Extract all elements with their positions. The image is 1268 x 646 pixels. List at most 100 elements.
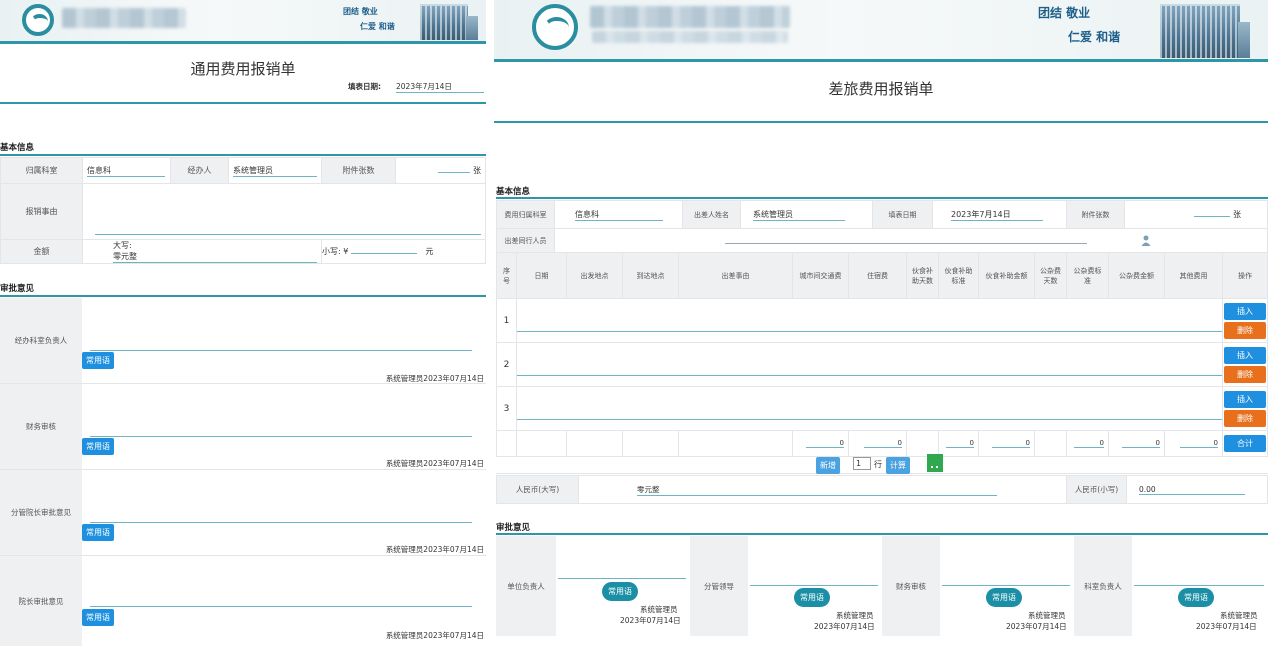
handler-field[interactable]: 系统管理员 [233, 165, 317, 177]
row-input-line[interactable] [517, 419, 1222, 420]
dept-field[interactable]: 信息科 [575, 209, 663, 221]
basic-info-divider [496, 197, 1268, 199]
column-header: 到达地点 [622, 252, 679, 299]
amount-lower-unit: 元 [425, 247, 434, 256]
row-unit-label: 行 [874, 460, 882, 469]
approval-opinion-field[interactable] [750, 585, 878, 586]
slogan-line1: 团结 敬业 [343, 6, 378, 16]
total-misc-amount[interactable]: 0 [1122, 439, 1160, 448]
total-other-fees[interactable]: 0 [1180, 439, 1218, 448]
approval-signer: 系统管理员2023年07月14日 [385, 631, 484, 640]
dept-field[interactable]: 信息科 [87, 165, 165, 177]
blurred-hospital-name-en [592, 31, 788, 43]
page-title: 通用费用报销单 [190, 60, 296, 78]
hospital-logo-icon [22, 4, 54, 36]
delete-row-button[interactable]: 删除 [1224, 321, 1266, 339]
insert-row-button[interactable]: 插入 [1224, 346, 1266, 364]
excel-export-icon[interactable] [926, 453, 944, 473]
approval-opinion-field[interactable] [90, 606, 472, 607]
approval-label: 分管院长审批意见 [0, 470, 82, 555]
rmb-total-table: 人民币(大写) 零元整 人民币(小写) 0.00 [496, 475, 1268, 504]
select-person-icon[interactable] [1141, 235, 1151, 246]
calculate-button[interactable]: 计算 [886, 457, 910, 474]
common-phrase-button[interactable]: 常用语 [602, 582, 638, 601]
common-phrase-button[interactable]: 常用语 [794, 588, 830, 607]
approval-signer-name: 系统管理员 [836, 611, 874, 620]
approval-opinion-field[interactable] [942, 585, 1070, 586]
approval-label: 分管领导 [690, 536, 748, 636]
approval-opinion-field[interactable] [558, 578, 686, 579]
table-row: 3 插入 删除 [496, 386, 1268, 431]
approval-label: 财务审核 [0, 384, 82, 469]
traveler-field[interactable]: 系统管理员 [753, 209, 845, 221]
fill-date-field[interactable]: 2023年7月14日 [951, 209, 1043, 221]
column-header: 公杂费金额 [1108, 252, 1165, 299]
companions-field[interactable] [725, 243, 1087, 244]
column-header: 公杂费标准 [1066, 252, 1109, 299]
page-title: 差旅费用报销单 [828, 80, 934, 98]
column-header: 出差事由 [678, 252, 793, 299]
row-index: 3 [496, 386, 517, 431]
column-header: 操作 [1222, 252, 1268, 299]
common-phrase-button[interactable]: 常用语 [82, 609, 114, 626]
amount-upper-field[interactable]: 零元整 [113, 251, 317, 263]
total-lodging[interactable]: 0 [864, 439, 902, 448]
rmb-upper-field[interactable]: 零元整 [637, 484, 997, 496]
travel-detail-table: 序号 日期 出发地点 到达地点 出差事由 城市间交通费 住宿费 伙食补助天数 伙… [496, 252, 1268, 457]
column-header: 其他费用 [1164, 252, 1223, 299]
title-divider [0, 102, 486, 104]
hospital-logo-icon [532, 4, 578, 50]
approval-label: 单位负责人 [496, 536, 556, 636]
add-row-count-input[interactable]: 1 [853, 457, 871, 470]
approval-panel: 单位负责人 常用语 系统管理员 2023年07月14日 分管领导 常用语 系统管… [496, 536, 1268, 646]
travel-basic-info-table: 费用归属科室 信息科 出差人姓名 系统管理员 填表日期 2023年7月14日 附… [496, 200, 1268, 253]
approval-opinion-field[interactable] [1134, 585, 1264, 586]
delete-row-button[interactable]: 删除 [1224, 409, 1266, 427]
row-input-line[interactable] [517, 331, 1222, 332]
common-phrase-button[interactable]: 常用语 [82, 352, 114, 369]
approval-label: 科室负责人 [1074, 536, 1132, 636]
column-header: 出发地点 [566, 252, 623, 299]
insert-row-button[interactable]: 插入 [1224, 390, 1266, 408]
row-input-line[interactable] [517, 375, 1222, 376]
approval-signer-date: 2023年07月14日 [814, 622, 875, 631]
reason-field[interactable] [95, 234, 481, 235]
building-image-icon [1160, 4, 1250, 58]
common-phrase-button[interactable]: 常用语 [82, 524, 114, 541]
travel-expense-form: 团结 敬业 仁爱 和谐 差旅费用报销单 基本信息 费用归属科室 信息科 出差人姓… [494, 0, 1268, 646]
general-expense-form: 团结 敬业 仁爱 和谐 通用费用报销单 填表日期: 2023年7月14日 基本信… [0, 0, 486, 646]
approval-signer-name: 系统管理员 [1028, 611, 1066, 620]
approval-label: 经办科室负责人 [0, 298, 82, 383]
total-misc-standard[interactable]: 0 [1074, 439, 1104, 448]
insert-row-button[interactable]: 插入 [1224, 302, 1266, 320]
delete-row-button[interactable]: 删除 [1224, 365, 1266, 383]
table-row: 1 插入 删除 [496, 298, 1268, 343]
approval-signer-name: 系统管理员 [1220, 611, 1258, 620]
approval-signer-date: 2023年07月14日 [1006, 622, 1067, 631]
column-header: 公杂费天数 [1034, 252, 1067, 299]
approval-opinion-field[interactable] [90, 350, 472, 351]
add-row-button[interactable]: 新增 [816, 457, 840, 474]
approval-opinion-field[interactable] [90, 522, 472, 523]
total-meal-amount[interactable]: 0 [992, 439, 1030, 448]
common-phrase-button[interactable]: 常用语 [82, 438, 114, 455]
attach-count-field[interactable] [438, 172, 471, 173]
totals-row: 0 0 0 0 0 0 0 合计 [496, 430, 1268, 457]
rmb-lower-field[interactable]: 0.00 [1139, 485, 1245, 495]
common-phrase-button[interactable]: 常用语 [986, 588, 1022, 607]
amount-lower-label: 小写: ¥ [322, 247, 349, 256]
building-image-icon [420, 4, 478, 40]
common-phrase-button[interactable]: 常用语 [1178, 588, 1214, 607]
total-meal-standard[interactable]: 0 [946, 439, 974, 448]
approval-opinion-field[interactable] [90, 436, 472, 437]
approval-divider [496, 533, 1268, 535]
sum-total-button[interactable]: 合计 [1224, 435, 1266, 452]
total-intercity-transport[interactable]: 0 [806, 439, 844, 448]
attach-unit: 张 [1233, 210, 1241, 219]
fill-date-value[interactable]: 2023年7月14日 [396, 81, 484, 93]
amount-lower-field[interactable] [350, 253, 417, 254]
attach-count-field[interactable] [1194, 216, 1231, 217]
column-header: 住宿费 [848, 252, 907, 299]
header-banner: 团结 敬业 仁爱 和谐 [0, 0, 486, 44]
basic-info-title: 基本信息 [496, 187, 531, 197]
